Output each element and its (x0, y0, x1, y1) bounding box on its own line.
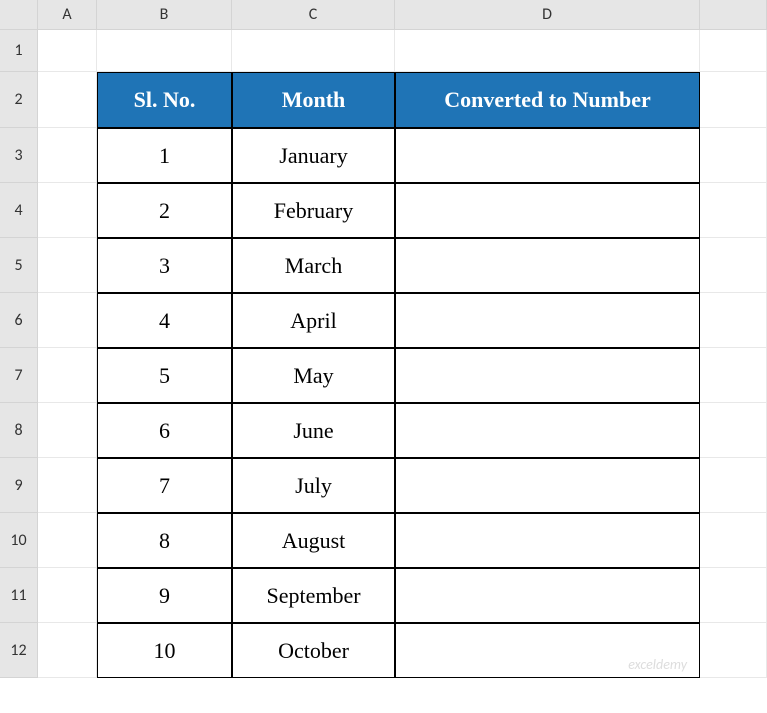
cell-e11[interactable] (700, 568, 767, 623)
cell-a6[interactable] (38, 293, 97, 348)
table-row[interactable] (395, 623, 700, 678)
table-row[interactable]: 1 (97, 128, 232, 183)
row-header-10[interactable]: 10 (0, 513, 38, 568)
col-header-b[interactable]: B (97, 0, 232, 30)
table-row[interactable]: October (232, 623, 395, 678)
row-header-4[interactable]: 4 (0, 183, 38, 238)
cell-c1[interactable] (232, 30, 395, 72)
table-row[interactable] (395, 458, 700, 513)
row-header-1[interactable]: 1 (0, 30, 38, 72)
cell-a11[interactable] (38, 568, 97, 623)
table-row[interactable]: 3 (97, 238, 232, 293)
cell-a1[interactable] (38, 30, 97, 72)
cell-a5[interactable] (38, 238, 97, 293)
cell-a8[interactable] (38, 403, 97, 458)
row-header-3[interactable]: 3 (0, 128, 38, 183)
table-row[interactable]: June (232, 403, 395, 458)
cell-e5[interactable] (700, 238, 767, 293)
cell-a10[interactable] (38, 513, 97, 568)
table-row[interactable] (395, 513, 700, 568)
row-header-9[interactable]: 9 (0, 458, 38, 513)
cell-e4[interactable] (700, 183, 767, 238)
table-row[interactable] (395, 348, 700, 403)
cell-e1[interactable] (700, 30, 767, 72)
table-row[interactable]: 5 (97, 348, 232, 403)
cell-a4[interactable] (38, 183, 97, 238)
table-row[interactable] (395, 238, 700, 293)
table-row[interactable]: March (232, 238, 395, 293)
table-row[interactable]: 2 (97, 183, 232, 238)
cell-a7[interactable] (38, 348, 97, 403)
col-header-c[interactable]: C (232, 0, 395, 30)
table-row[interactable]: 9 (97, 568, 232, 623)
table-row[interactable] (395, 403, 700, 458)
col-header-a[interactable]: A (38, 0, 97, 30)
table-row[interactable] (395, 183, 700, 238)
cell-e12[interactable] (700, 623, 767, 678)
table-row[interactable]: May (232, 348, 395, 403)
cell-e7[interactable] (700, 348, 767, 403)
row-header-12[interactable]: 12 (0, 623, 38, 678)
table-row[interactable]: 6 (97, 403, 232, 458)
cell-e9[interactable] (700, 458, 767, 513)
table-header-slno[interactable]: Sl. No. (97, 72, 232, 128)
row-header-8[interactable]: 8 (0, 403, 38, 458)
row-header-6[interactable]: 6 (0, 293, 38, 348)
table-row[interactable] (395, 128, 700, 183)
cell-e8[interactable] (700, 403, 767, 458)
table-row[interactable]: 7 (97, 458, 232, 513)
row-header-2[interactable]: 2 (0, 72, 38, 128)
table-row[interactable]: August (232, 513, 395, 568)
cell-a2[interactable] (38, 72, 97, 128)
cell-e2[interactable] (700, 72, 767, 128)
row-header-7[interactable]: 7 (0, 348, 38, 403)
cell-a9[interactable] (38, 458, 97, 513)
table-header-month[interactable]: Month (232, 72, 395, 128)
table-header-converted[interactable]: Converted to Number (395, 72, 700, 128)
cell-e6[interactable] (700, 293, 767, 348)
cell-d1[interactable] (395, 30, 700, 72)
cell-b1[interactable] (97, 30, 232, 72)
cell-a12[interactable] (38, 623, 97, 678)
cell-e10[interactable] (700, 513, 767, 568)
row-header-11[interactable]: 11 (0, 568, 38, 623)
row-header-5[interactable]: 5 (0, 238, 38, 293)
table-row[interactable] (395, 568, 700, 623)
cell-e3[interactable] (700, 128, 767, 183)
cell-a3[interactable] (38, 128, 97, 183)
table-row[interactable]: September (232, 568, 395, 623)
table-row[interactable]: April (232, 293, 395, 348)
col-header-e[interactable] (700, 0, 767, 30)
table-row[interactable]: 8 (97, 513, 232, 568)
col-header-d[interactable]: D (395, 0, 700, 30)
table-row[interactable]: July (232, 458, 395, 513)
table-row[interactable]: February (232, 183, 395, 238)
corner-cell[interactable] (0, 0, 38, 30)
table-row[interactable] (395, 293, 700, 348)
spreadsheet-grid: A B C D 1 2 Sl. No. Month Converted to N… (0, 0, 767, 678)
table-row[interactable]: 10 (97, 623, 232, 678)
table-row[interactable]: 4 (97, 293, 232, 348)
table-row[interactable]: January (232, 128, 395, 183)
